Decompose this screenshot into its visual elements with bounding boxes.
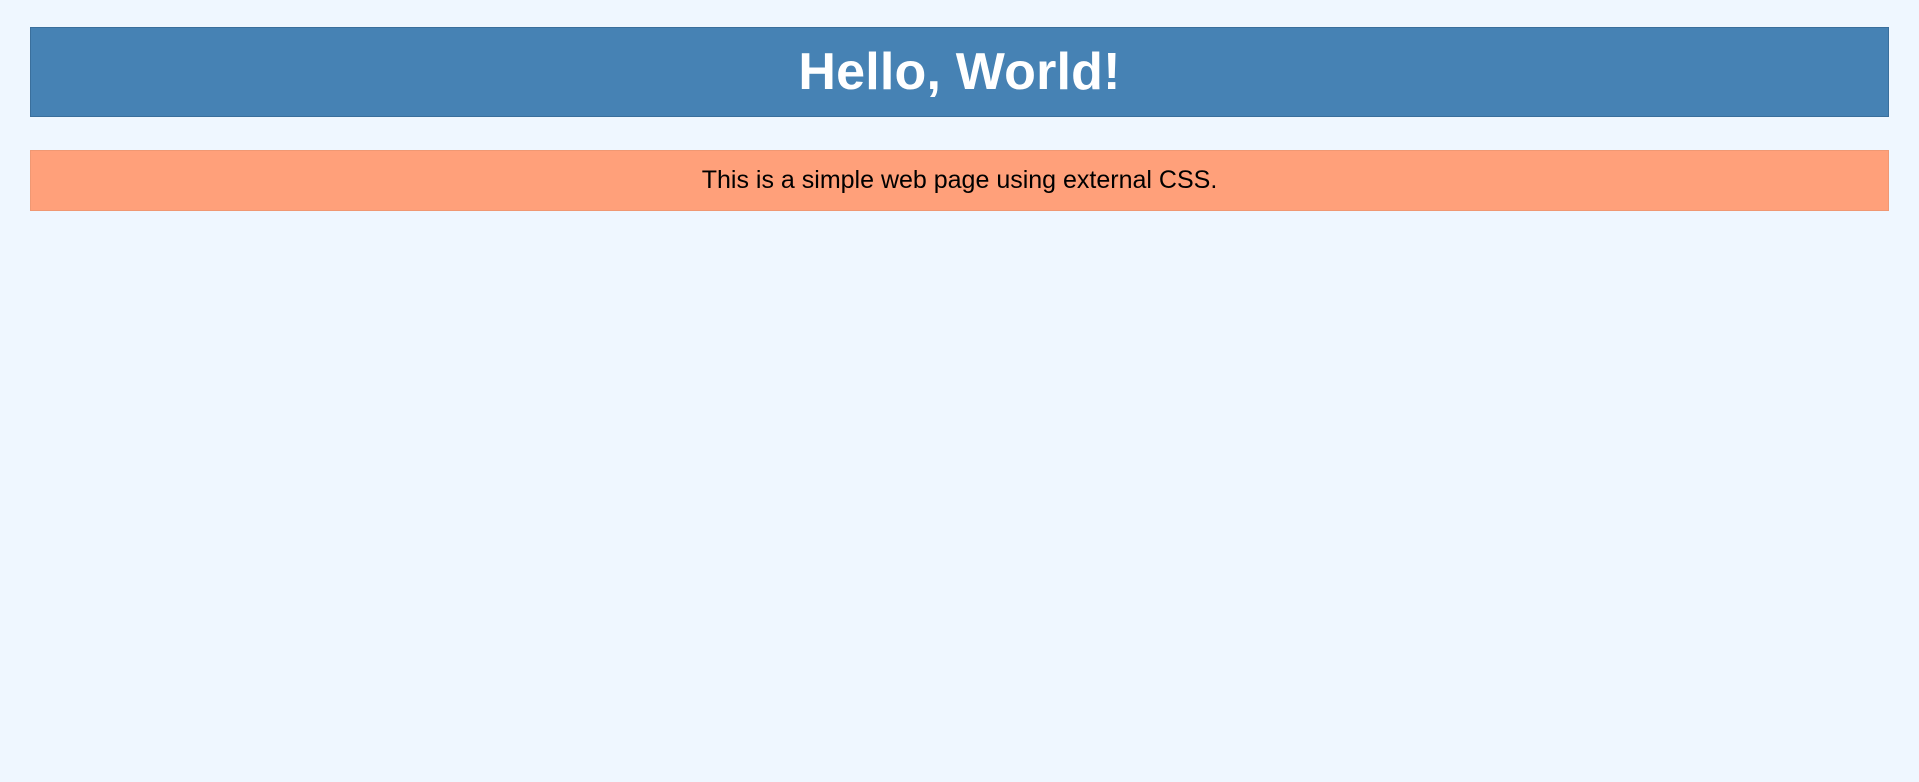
header-banner: Hello, World!	[30, 27, 1889, 117]
page-container: Hello, World! This is a simple web page …	[30, 27, 1889, 211]
page-title: Hello, World!	[798, 43, 1121, 101]
message-banner: This is a simple web page using external…	[30, 150, 1889, 211]
message-text: This is a simple web page using external…	[701, 166, 1218, 194]
